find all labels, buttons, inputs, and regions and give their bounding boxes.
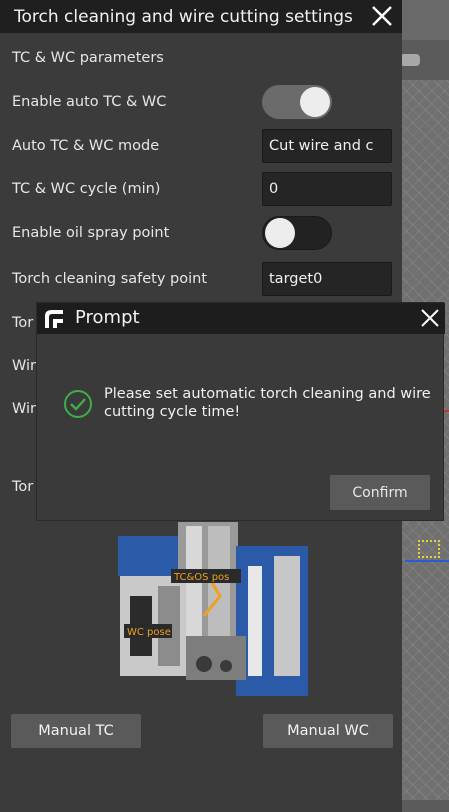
dialog-message: Please set automatic torch cleaning and … bbox=[104, 386, 431, 420]
manual-wc-button[interactable]: Manual WC bbox=[263, 714, 393, 748]
safety-point-input[interactable]: target0 bbox=[262, 262, 392, 296]
close-icon[interactable] bbox=[419, 307, 441, 329]
cycle-input[interactable]: 0 bbox=[262, 172, 392, 206]
mode-label: Auto TC & WC mode bbox=[12, 138, 160, 154]
torch-station-image: TC&OS pos WC pose bbox=[118, 522, 308, 696]
toggle-knob bbox=[265, 218, 295, 248]
window-title: Torch cleaning and wire cutting settings bbox=[14, 6, 353, 27]
row-label-partial: Tor bbox=[12, 479, 34, 495]
background-pill bbox=[400, 54, 420, 66]
enable-auto-label: Enable auto TC & WC bbox=[12, 94, 167, 110]
success-check-icon bbox=[64, 390, 92, 418]
background-yellow-marker bbox=[418, 540, 440, 558]
cycle-label: TC & WC cycle (min) bbox=[12, 181, 161, 197]
section-header: TC & WC parameters bbox=[12, 50, 164, 66]
row-label-partial: Tor bbox=[12, 315, 34, 331]
oil-spray-toggle[interactable] bbox=[262, 216, 332, 250]
background-blue-line bbox=[405, 560, 449, 562]
confirm-button[interactable]: Confirm bbox=[330, 475, 430, 510]
enable-auto-toggle[interactable] bbox=[262, 85, 332, 119]
app-logo-icon bbox=[45, 310, 63, 328]
row-label-partial: Wir bbox=[12, 401, 37, 417]
dialog-title: Prompt bbox=[75, 307, 140, 328]
close-icon[interactable] bbox=[370, 4, 394, 28]
toggle-knob bbox=[300, 87, 330, 117]
manual-tc-button[interactable]: Manual TC bbox=[11, 714, 141, 748]
prompt-dialog: Prompt Please set automatic torch cleani… bbox=[36, 302, 445, 521]
tc-os-pos-label: TC&OS pos bbox=[173, 572, 229, 583]
row-label-partial: Wir bbox=[12, 358, 37, 374]
wc-pose-label: WC pose bbox=[127, 627, 171, 638]
dialog-title-bar: Prompt bbox=[37, 303, 445, 334]
oil-spray-label: Enable oil spray point bbox=[12, 225, 170, 241]
safety-point-label: Torch cleaning safety point bbox=[12, 271, 208, 287]
mode-select[interactable]: Cut wire and c bbox=[262, 129, 392, 163]
title-bar: Torch cleaning and wire cutting settings bbox=[0, 0, 402, 33]
